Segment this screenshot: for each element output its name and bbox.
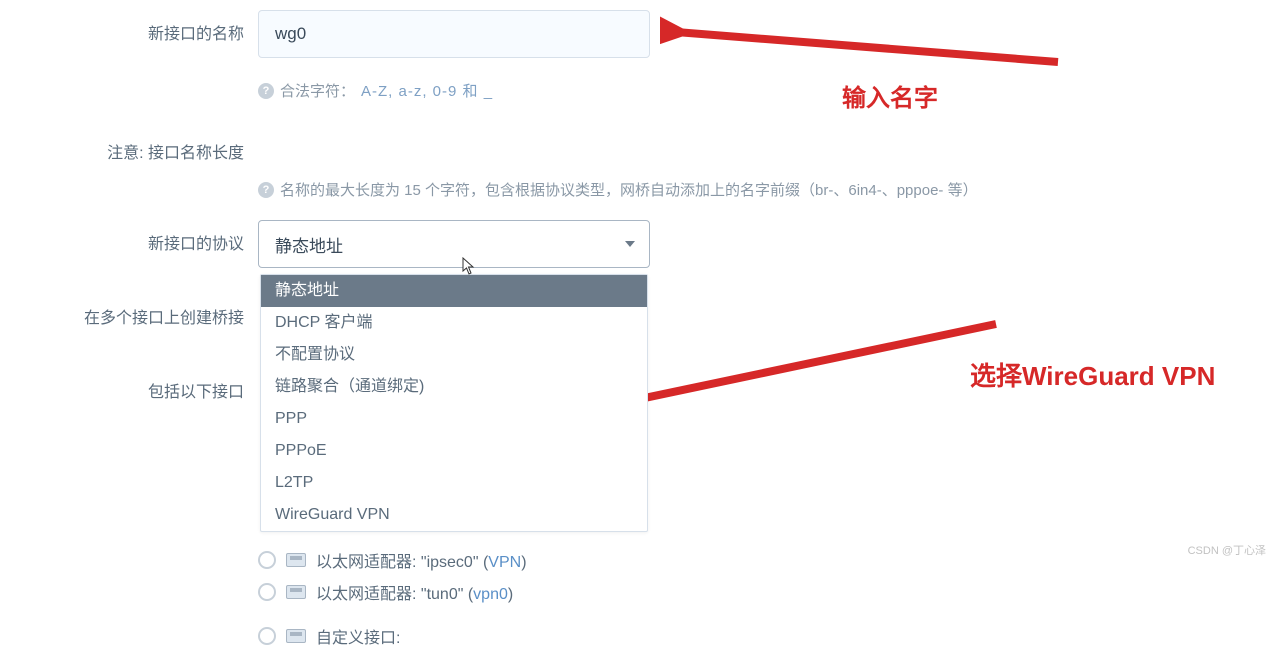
radio-icon[interactable] [258,551,276,569]
label-name: 新接口的名称 [0,10,258,44]
protocol-option[interactable]: L2TP [261,467,647,499]
protocol-selected-value: 静态地址 [275,232,343,257]
custom-iface-label: 自定义接口: [316,624,400,648]
annotation-label-2: 选择WireGuard VPN [970,356,1215,393]
protocol-option[interactable]: 不配置协议 [261,339,647,371]
iface-paren: VPN [488,554,521,571]
protocol-option[interactable]: DHCP 客户端 [261,307,647,339]
ethernet-icon [286,553,306,567]
protocol-select[interactable]: 静态地址 [258,220,650,268]
label-bridge: 在多个接口上创建桥接 [0,302,258,328]
legal-chars-help: ? 合法字符： A-Z, a-z, 0-9 和 _ [258,80,1280,101]
help-legal-prefix: 合法字符： [280,80,355,101]
list-item-custom[interactable]: 自定义接口: [258,620,527,652]
protocol-option[interactable]: 链路聚合（通道绑定) [261,371,647,403]
label-include: 包括以下接口 [0,376,258,402]
label-notice: 注意: 接口名称长度 [0,139,258,163]
row-name: 新接口的名称 ? 合法字符： A-Z, a-z, 0-9 和 _ [0,10,1280,101]
interface-list: 以太网适配器: "ipsec0" (VPN) 以太网适配器: "tun0" (v… [258,544,527,652]
row-protocol: 新接口的协议 静态地址 [0,220,650,268]
maxlen-help: ? 名称的最大长度为 15 个字符，包含根据协议类型，网桥自动添加上的名字前缀（… [258,179,1280,200]
radio-icon[interactable] [258,627,276,645]
iface-paren: vpn0 [473,586,508,603]
iface-text-b: ) [521,554,526,571]
help-legal-chars: A-Z, a-z, 0-9 和 _ [361,80,493,101]
ethernet-icon [286,629,306,643]
help-icon: ? [258,182,274,198]
protocol-option[interactable]: PPPoE [261,435,647,467]
help-maxlen: 名称的最大长度为 15 个字符，包含根据协议类型，网桥自动添加上的名字前缀（br… [280,179,978,200]
protocol-option[interactable]: 静态地址 [261,275,647,307]
list-item[interactable]: 以太网适配器: "tun0" (vpn0) [258,576,527,608]
row-include: 包括以下接口 [0,376,258,402]
row-bridge: 在多个接口上创建桥接 [0,302,258,328]
protocol-dropdown[interactable]: 静态地址 DHCP 客户端 不配置协议 链路聚合（通道绑定) PPP PPPoE… [260,274,648,532]
iface-text-b: ) [508,586,513,603]
row-notice: 注意: 接口名称长度 [0,139,1280,163]
label-protocol: 新接口的协议 [0,220,258,254]
iface-text-a: 以太网适配器: "ipsec0" ( [316,554,488,571]
protocol-option-wireguard[interactable]: WireGuard VPN [261,499,647,531]
help-icon: ? [258,83,274,99]
interface-name-input[interactable] [258,10,650,58]
chevron-down-icon [625,241,635,247]
radio-icon[interactable] [258,583,276,601]
protocol-option[interactable]: PPP [261,403,647,435]
ethernet-icon [286,585,306,599]
iface-text-a: 以太网适配器: "tun0" ( [316,586,473,603]
list-item[interactable]: 以太网适配器: "ipsec0" (VPN) [258,544,527,576]
watermark: CSDN @丁心泽 [1188,542,1266,558]
